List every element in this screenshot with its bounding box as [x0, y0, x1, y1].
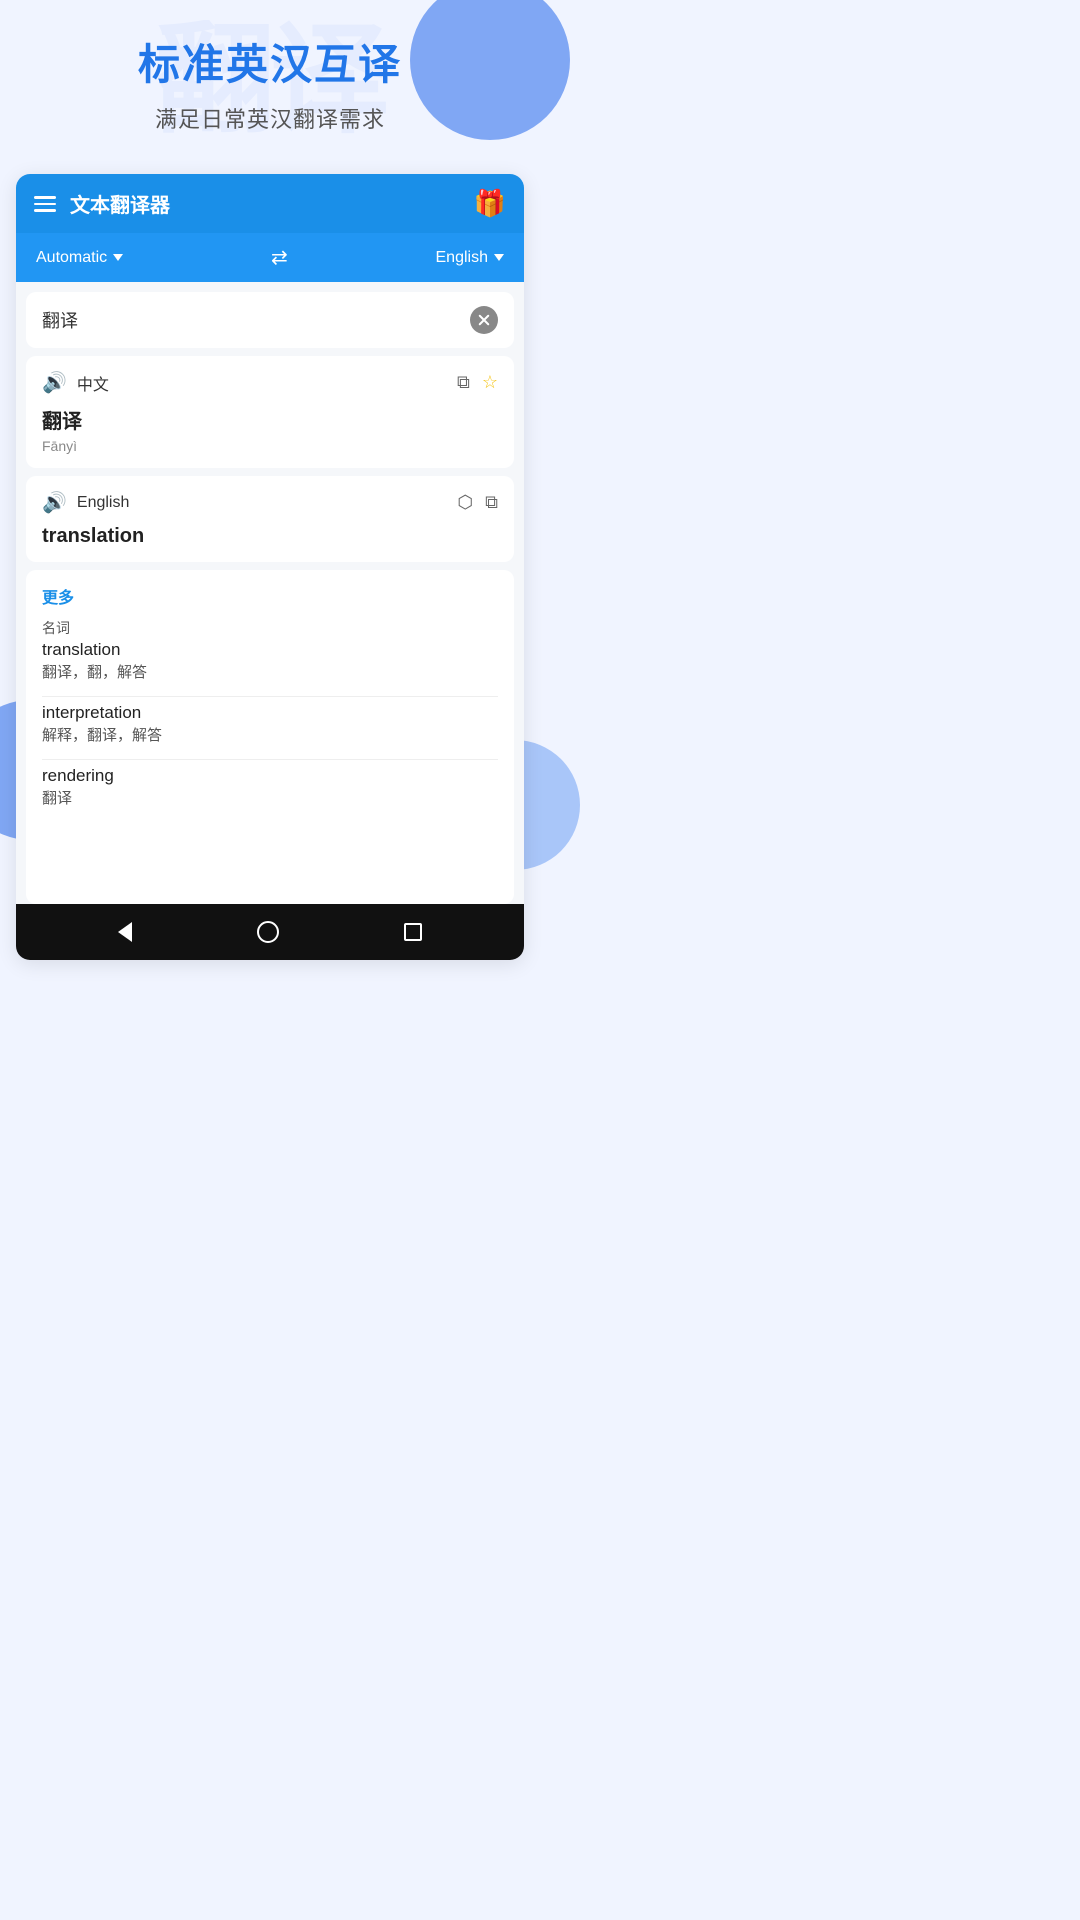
menu-icon[interactable] [34, 196, 56, 212]
divider-0 [42, 696, 498, 697]
swap-languages-icon[interactable]: ⇄ [271, 245, 288, 270]
hero-title: 标准英汉互译 [30, 40, 510, 90]
back-icon [118, 922, 132, 942]
more-entry-1: interpretation 解释，翻译，解答 [42, 703, 498, 745]
app-header: 文本翻译器 🎁 [16, 174, 524, 233]
chinese-result-card: 🔊 中文 ⧉ ☆ 翻译 Fānyì [26, 356, 514, 468]
chinese-result-text: 翻译 [42, 405, 498, 434]
source-language-button[interactable]: Automatic [36, 249, 123, 267]
language-bar: Automatic ⇄ English [16, 233, 524, 282]
input-text[interactable]: 翻译 [42, 307, 470, 333]
star-icon[interactable]: ☆ [482, 372, 498, 393]
english-result-actions: ⬡ ⧉ [457, 492, 498, 513]
hero-section: 标准英汉互译 满足日常英汉翻译需求 [0, 0, 540, 154]
copy-english-icon[interactable]: ⧉ [485, 492, 498, 513]
recent-icon [404, 923, 422, 941]
english-result-text: translation [42, 525, 498, 548]
clear-button[interactable] [470, 306, 498, 334]
pos-noun: 名词 [42, 618, 498, 638]
target-language-dropdown-icon [494, 254, 504, 261]
recent-apps-button[interactable] [404, 923, 422, 941]
app-card: 文本翻译器 🎁 Automatic ⇄ English 翻译 [16, 174, 524, 960]
chinese-result-header: 🔊 中文 ⧉ ☆ [42, 370, 498, 395]
source-language-label: Automatic [36, 249, 107, 267]
home-button[interactable] [257, 921, 279, 943]
chinese-result-actions: ⧉ ☆ [457, 372, 498, 393]
divider-1 [42, 759, 498, 760]
more-entry-2: rendering 翻译 [42, 766, 498, 808]
more-word-1: interpretation [42, 703, 498, 723]
target-language-label: English [436, 249, 488, 267]
more-word-0: translation [42, 640, 498, 660]
chinese-pinyin: Fānyì [42, 438, 498, 454]
more-meaning-1: 解释，翻译，解答 [42, 724, 498, 745]
source-language-dropdown-icon [113, 254, 123, 261]
target-language-button[interactable]: English [436, 249, 504, 267]
more-meaning-0: 翻译，翻，解答 [42, 661, 498, 682]
input-section: 翻译 [26, 292, 514, 348]
more-word-2: rendering [42, 766, 498, 786]
english-result-header: 🔊 English ⬡ ⧉ [42, 490, 498, 515]
more-label: 更多 [42, 584, 498, 608]
english-lang-label: English [77, 494, 129, 512]
navigation-bar [16, 904, 524, 960]
hero-subtitle: 满足日常英汉翻译需求 [30, 102, 510, 134]
english-speaker-icon[interactable]: 🔊 [42, 490, 67, 515]
more-meaning-2: 翻译 [42, 787, 498, 808]
app-title: 文本翻译器 [70, 189, 170, 218]
copy-chinese-icon[interactable]: ⧉ [457, 372, 470, 393]
back-button[interactable] [118, 922, 132, 942]
more-section: 更多 名词 translation 翻译，翻，解答 interpretation… [26, 570, 514, 904]
more-entry-0: 名词 translation 翻译，翻，解答 [42, 618, 498, 682]
external-link-icon[interactable]: ⬡ [457, 492, 473, 513]
english-result-card: 🔊 English ⬡ ⧉ translation [26, 476, 514, 562]
gift-icon[interactable]: 🎁 [474, 188, 506, 219]
home-icon [257, 921, 279, 943]
chinese-lang-label: 中文 [77, 371, 109, 395]
chinese-speaker-icon[interactable]: 🔊 [42, 370, 67, 395]
